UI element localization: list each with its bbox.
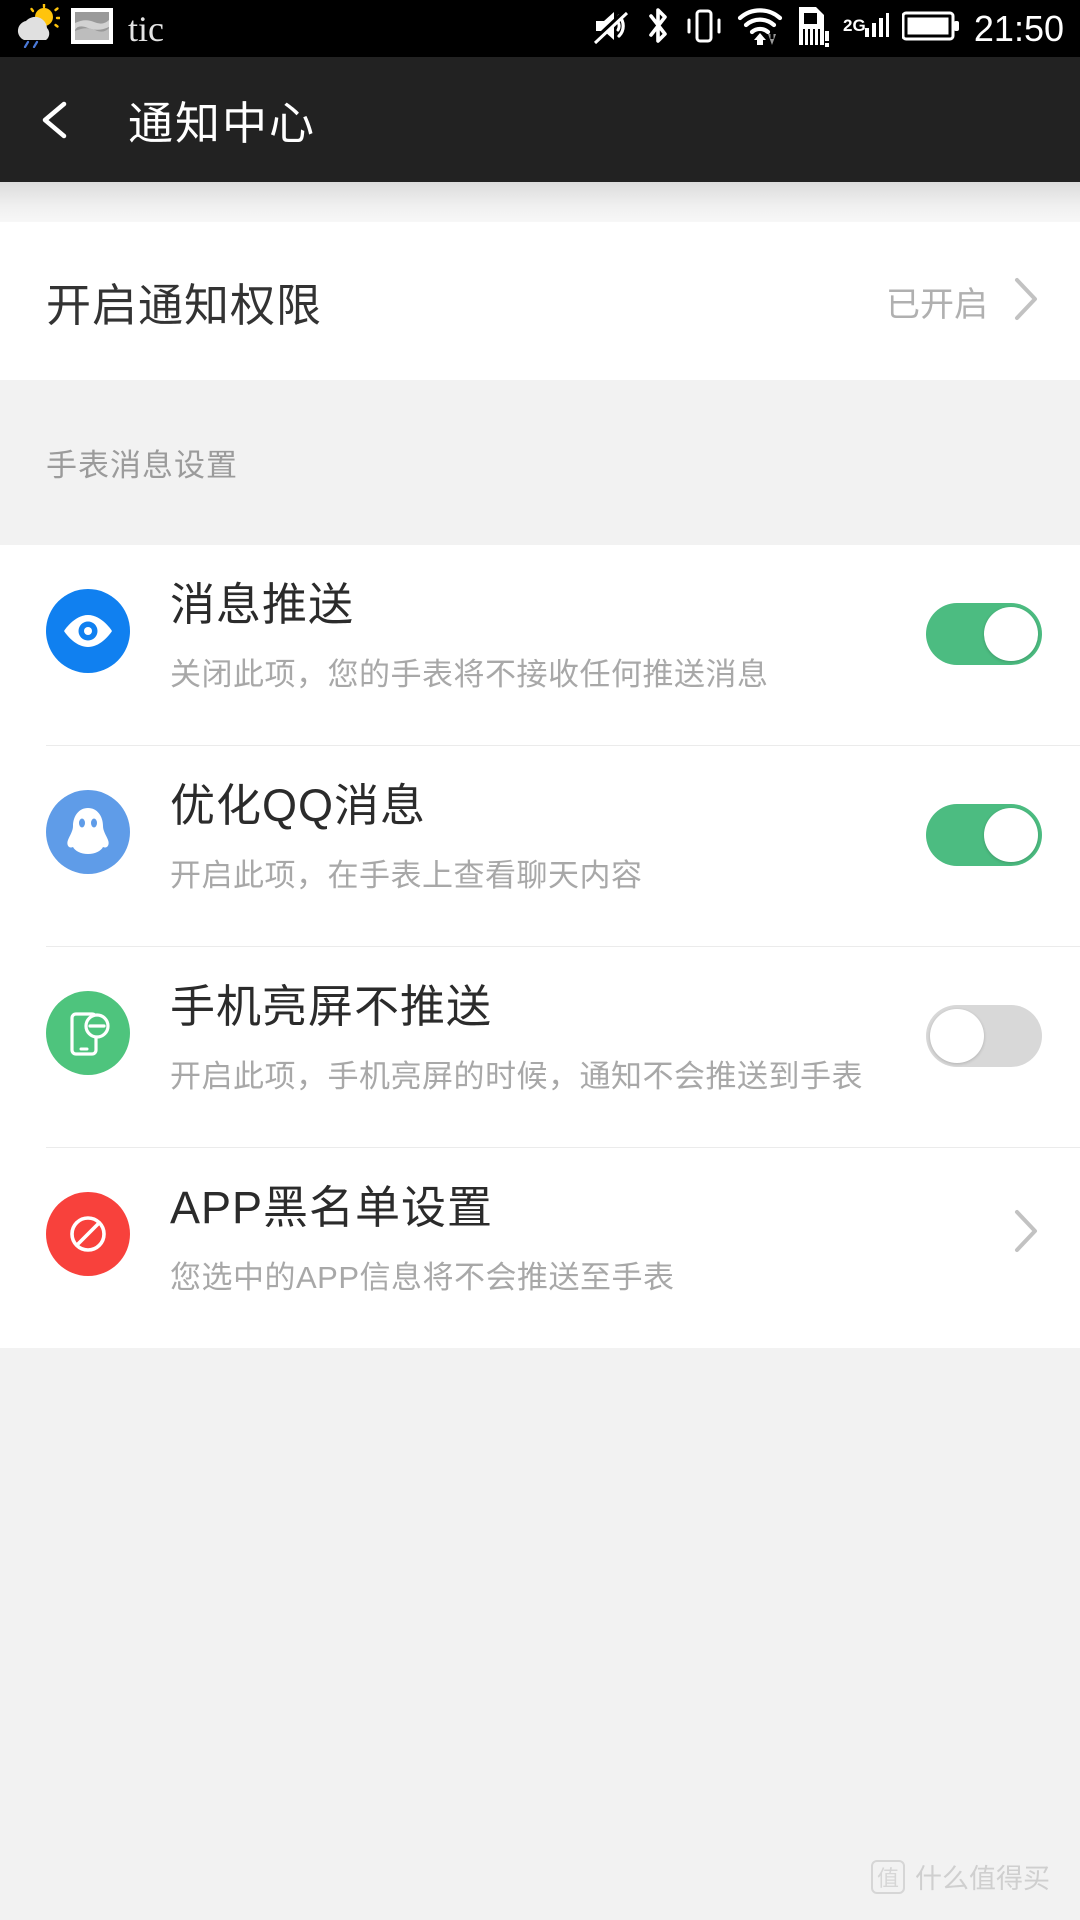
watermark-badge: 值	[871, 1859, 905, 1894]
section-header-label: 手表消息设置	[46, 448, 238, 483]
list-item-title: APP黑名单设置	[170, 1182, 494, 1233]
list-item-subtitle: 关闭此项，您的手表将不接收任何推送消息	[170, 656, 769, 692]
signal-2g-icon: 2G	[843, 9, 889, 48]
app-bar: 通知中心	[0, 57, 1080, 182]
list-item-subtitle: 开启此项，在手表上查看聊天内容	[170, 857, 643, 893]
list-item-app-blacklist[interactable]: APP黑名单设置 您选中的APP信息将不会推送至手表	[0, 1148, 1080, 1348]
bluetooth-icon	[645, 5, 671, 52]
list-item-no-push-when-screen-on[interactable]: 手机亮屏不推送 开启此项，手机亮屏的时候，通知不会推送到手表	[0, 947, 1080, 1147]
weather-sun-cloud-icon	[14, 3, 61, 53]
notification-permission-status: 已开启	[886, 285, 988, 324]
toggle-no-push-when-screen-on[interactable]	[926, 1005, 1042, 1067]
list-item-text: 优化QQ消息 开启此项，在手表上查看聊天内容	[170, 780, 926, 895]
notification-permission-row[interactable]: 开启通知权限 已开启	[0, 222, 1080, 380]
svg-text:2G: 2G	[843, 16, 866, 35]
watermark: 值 什么值得买	[871, 1857, 1050, 1896]
settings-list: 消息推送 关闭此项，您的手表将不接收任何推送消息 优化QQ消息 开启此项，在手表…	[0, 545, 1080, 1348]
status-bar-clock: 21:50	[973, 7, 1064, 49]
back-chevron-icon[interactable]	[34, 98, 78, 142]
status-bar-right: 2G	[592, 5, 960, 52]
block-forbidden-icon	[46, 1192, 130, 1276]
list-item-text: 手机亮屏不推送 开启此项，手机亮屏的时候，通知不会推送到手表	[170, 981, 926, 1096]
list-item-title: 消息推送	[170, 579, 355, 630]
sim-card-alert-icon	[796, 5, 830, 52]
toggle-knob	[984, 607, 1038, 661]
list-item-control	[926, 804, 1042, 866]
page-title: 通知中心	[128, 98, 317, 149]
list-item-control	[926, 603, 1042, 665]
list-item-text: 消息推送 关闭此项，您的手表将不接收任何推送消息	[170, 579, 926, 694]
list-item-control	[1010, 1206, 1042, 1252]
content-top-shadow	[0, 182, 1080, 222]
list-item-optimize-qq[interactable]: 优化QQ消息 开启此项，在手表上查看聊天内容	[0, 746, 1080, 946]
qq-penguin-icon	[46, 790, 130, 874]
phone-screen: tic 2G 21:50 通知中心 开启通知权限 已开启 手表消息设置 消息推送…	[0, 0, 1080, 1920]
chevron-right-icon	[1010, 274, 1042, 329]
notification-permission-right: 已开启	[886, 274, 1042, 329]
photo-icon	[70, 7, 114, 50]
list-item-text: APP黑名单设置 您选中的APP信息将不会推送至手表	[170, 1182, 1010, 1297]
content-filler	[0, 1348, 1080, 1920]
section-header-watch-messages: 手表消息设置	[0, 380, 1080, 545]
watermark-text: 什么值得买	[915, 1864, 1050, 1894]
list-item-subtitle: 开启此项，手机亮屏的时候，通知不会推送到手表	[170, 1058, 863, 1094]
phone-screen-off-icon	[46, 991, 130, 1075]
toggle-knob	[930, 1009, 984, 1063]
status-bar-left: tic	[14, 3, 164, 53]
list-item-title: 优化QQ消息	[170, 780, 427, 831]
mute-vibrate-icon	[592, 7, 632, 50]
list-item-control	[926, 1005, 1042, 1067]
vibration-icon	[684, 6, 724, 51]
list-item-title: 手机亮屏不推送	[170, 981, 493, 1032]
notification-permission-label: 开启通知权限	[46, 279, 323, 331]
toggle-optimize-qq[interactable]	[926, 804, 1042, 866]
list-item-message-push[interactable]: 消息推送 关闭此项，您的手表将不接收任何推送消息	[0, 545, 1080, 745]
toggle-message-push[interactable]	[926, 603, 1042, 665]
toggle-knob	[984, 808, 1038, 862]
chevron-right-icon	[1010, 1206, 1042, 1252]
list-item-subtitle: 您选中的APP信息将不会推送至手表	[170, 1259, 675, 1295]
carrier-label: tic	[128, 8, 164, 49]
battery-icon	[901, 9, 960, 48]
wifi-icon	[737, 6, 783, 51]
status-bar: tic 2G 21:50	[0, 0, 1080, 57]
eye-icon	[46, 589, 130, 673]
